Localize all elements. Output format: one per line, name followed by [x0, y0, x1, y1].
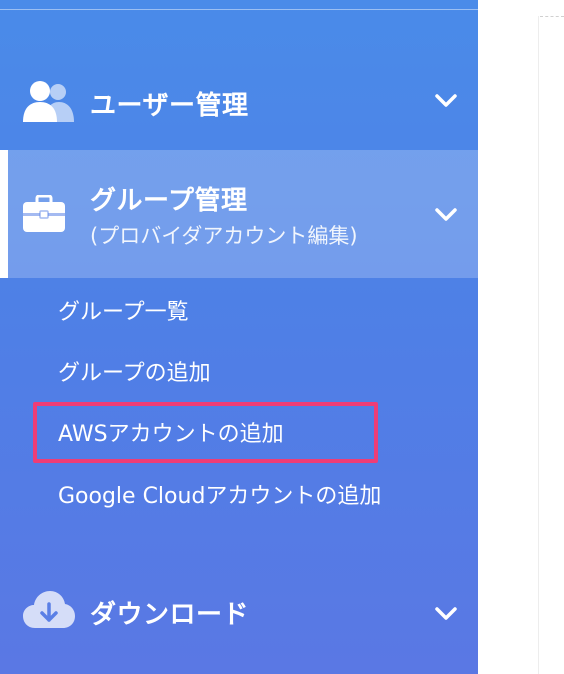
highlight-box: [33, 402, 378, 463]
chevron-down-icon[interactable]: [434, 606, 458, 622]
menu-group-management-label: グループ管理: [90, 186, 248, 216]
cloud-download-icon: [23, 590, 75, 634]
submenu-item-add-google-cloud-account[interactable]: Google Cloudアカウントの追加: [58, 478, 381, 510]
submenu-item-group-list[interactable]: グループ一覧: [58, 294, 189, 326]
menu-user-management[interactable]: ユーザー管理: [0, 55, 478, 145]
sidebar-top-divider: [0, 9, 478, 10]
menu-group-management-sublabel: (プロバイダアカウント編集): [90, 224, 358, 248]
main-content: [478, 0, 564, 674]
briefcase-icon: [23, 194, 65, 237]
menu-download[interactable]: ダウンロード: [0, 568, 478, 658]
menu-user-management-label: ユーザー管理: [90, 91, 249, 121]
chevron-down-icon[interactable]: [434, 207, 458, 223]
sidebar: ユーザー管理 グループ管理 (プロバイダアカウント編集) グループ一覧 グループ…: [0, 0, 478, 674]
active-indicator: [0, 150, 8, 278]
content-divider: [540, 16, 564, 17]
submenu-item-add-group[interactable]: グループの追加: [58, 355, 211, 387]
menu-group-management[interactable]: グループ管理 (プロバイダアカウント編集): [0, 150, 478, 278]
menu-download-label: ダウンロード: [90, 600, 250, 630]
content-border: [538, 16, 539, 674]
users-icon: [23, 80, 75, 126]
chevron-down-icon[interactable]: [434, 93, 458, 109]
